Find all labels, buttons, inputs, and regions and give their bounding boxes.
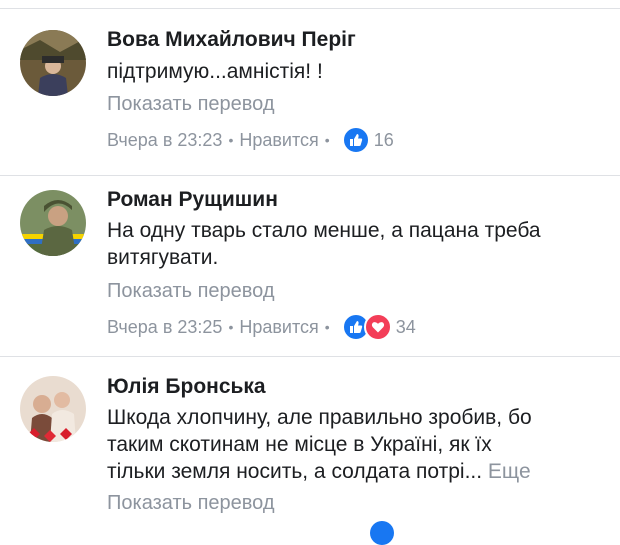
comment-meta: Вчера в 23:23 • Нравится • 16 (107, 126, 394, 154)
comment-timestamp[interactable]: Вчера в 23:25 (107, 317, 222, 338)
comment-divider (0, 175, 620, 176)
reaction-count: 16 (373, 129, 394, 150)
reactions-summary[interactable]: 34 (341, 313, 416, 341)
comment-text-line: витягувати. (107, 246, 219, 269)
reaction-count: 34 (395, 316, 416, 337)
separator-dot: • (228, 319, 234, 335)
comment-meta: Вчера в 23:25 • Нравится • 34 (107, 313, 416, 341)
see-more-link[interactable]: Еще (488, 460, 531, 483)
comment-text-line: На одну тварь стало менше, а пацана треб… (107, 219, 541, 242)
comment-text: підтримую...амністія! ! (107, 60, 323, 83)
like-icon (341, 126, 370, 154)
separator-dot: • (228, 132, 234, 148)
comment-text-truncated: тільки земля носить, а солдата потрі... (107, 460, 483, 483)
avatar[interactable] (20, 30, 86, 96)
avatar[interactable] (20, 376, 86, 442)
comment-author[interactable]: Роман Рущишин (107, 188, 278, 212)
comment-author[interactable]: Юлія Бронська (107, 375, 266, 399)
avatar[interactable] (20, 190, 86, 256)
comment-text-line: Шкода хлопчину, але правильно зробив, бо (107, 406, 532, 429)
avatar-photo (20, 190, 86, 256)
avatar-photo (20, 30, 86, 96)
love-icon (363, 313, 392, 341)
separator-dot: • (324, 319, 330, 335)
like-icon (370, 521, 394, 545)
avatar-photo (20, 376, 86, 442)
comment-text-line: тільки земля носить, а солдата потрі... … (107, 458, 607, 485)
like-link[interactable]: Нравится (239, 317, 318, 338)
reactions-summary[interactable]: 16 (341, 126, 394, 154)
separator-dot: • (324, 132, 330, 148)
like-link[interactable]: Нравится (239, 130, 318, 151)
show-translation-link[interactable]: Показать перевод (107, 280, 275, 303)
comment-text: Шкода хлопчину, але правильно зробив, бо… (107, 404, 607, 485)
comment-timestamp[interactable]: Вчера в 23:23 (107, 130, 222, 151)
comment-text: На одну тварь стало менше, а пацана треб… (107, 217, 607, 271)
comment-author[interactable]: Вова Михайлович Періг (107, 28, 356, 52)
comment-text-line: таким скотинам не місце в Україні, як їх (107, 433, 492, 456)
show-translation-link[interactable]: Показать перевод (107, 93, 275, 116)
comment-divider (0, 356, 620, 357)
top-divider (0, 8, 620, 9)
show-translation-link[interactable]: Показать перевод (107, 492, 275, 515)
